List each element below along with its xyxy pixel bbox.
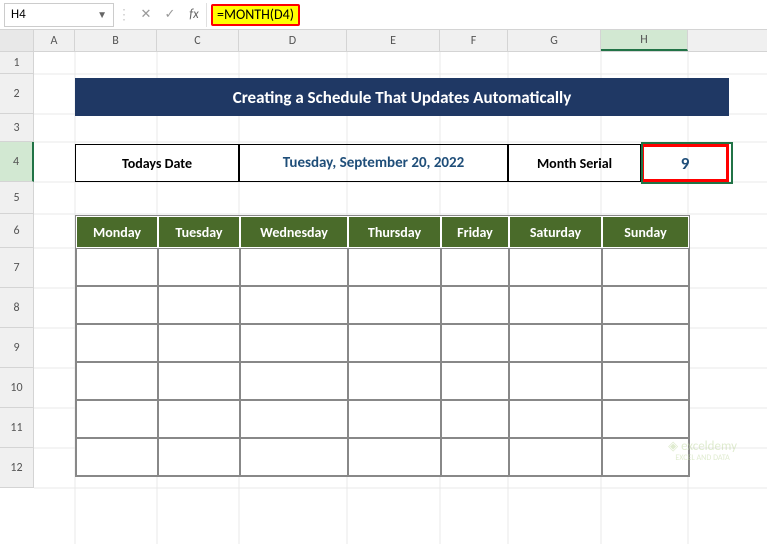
day-header-friday: Friday — [441, 216, 509, 248]
row-header-3[interactable]: 3 — [0, 114, 34, 142]
calendar-cell[interactable] — [348, 400, 441, 438]
calendar-cell[interactable] — [348, 438, 441, 476]
calendar-cell[interactable] — [240, 362, 348, 400]
row-header-4[interactable]: 4 — [0, 142, 34, 182]
calendar-cell[interactable] — [441, 400, 509, 438]
calendar-cell[interactable] — [509, 286, 602, 324]
month-serial-label: Month Serial — [508, 144, 641, 182]
day-header-sunday: Sunday — [602, 216, 689, 248]
info-row: Todays Date Tuesday, September 20, 2022 … — [75, 144, 641, 182]
calendar-cell[interactable] — [509, 400, 602, 438]
calendar-row — [76, 324, 689, 362]
calendar-cell[interactable] — [441, 286, 509, 324]
calendar-cell[interactable] — [348, 248, 441, 286]
row-header-6[interactable]: 6 — [0, 214, 34, 248]
calendar-cell[interactable] — [158, 324, 240, 362]
col-header-f[interactable]: F — [440, 30, 508, 51]
day-header-tuesday: Tuesday — [158, 216, 240, 248]
day-header-saturday: Saturday — [509, 216, 602, 248]
fx-icon[interactable]: fx — [182, 3, 206, 27]
formula-text: =MONTH(D4) — [211, 4, 300, 26]
calendar-cell[interactable] — [158, 362, 240, 400]
row-header-8[interactable]: 8 — [0, 288, 34, 328]
calendar-cell[interactable] — [158, 438, 240, 476]
calendar-cell[interactable] — [76, 324, 158, 362]
calendar-cell[interactable] — [348, 362, 441, 400]
calendar-cell[interactable] — [509, 438, 602, 476]
col-header-a[interactable]: A — [34, 30, 75, 51]
month-serial-result: 9 — [641, 144, 729, 182]
calendar-cell[interactable] — [76, 248, 158, 286]
sheet-title: Creating a Schedule That Updates Automat… — [75, 78, 729, 116]
calendar-cell[interactable] — [602, 286, 689, 324]
row-header-2[interactable]: 2 — [0, 74, 34, 114]
todays-date-label: Todays Date — [75, 144, 239, 182]
select-all-corner[interactable] — [0, 30, 34, 51]
calendar-cell[interactable] — [76, 400, 158, 438]
calendar-table: MondayTuesdayWednesdayThursdayFridaySatu… — [75, 215, 690, 477]
calendar-cell[interactable] — [509, 362, 602, 400]
calendar-cell[interactable] — [441, 248, 509, 286]
confirm-icon[interactable]: ✓ — [158, 3, 182, 27]
col-header-e[interactable]: E — [347, 30, 440, 51]
todays-date-value: Tuesday, September 20, 2022 — [239, 144, 508, 182]
name-box-value: H4 — [11, 7, 26, 22]
row-header-11[interactable]: 11 — [0, 408, 34, 448]
calendar-cell[interactable] — [441, 438, 509, 476]
calendar-header-row: MondayTuesdayWednesdayThursdayFridaySatu… — [76, 216, 689, 248]
calendar-cell[interactable] — [158, 400, 240, 438]
formula-bar: H4 ▼ ⋮ ✕ ✓ fx =MONTH(D4) — [0, 0, 767, 30]
name-box[interactable]: H4 ▼ — [4, 3, 114, 27]
calendar-cell[interactable] — [602, 248, 689, 286]
calendar-cell[interactable] — [158, 286, 240, 324]
calendar-cell[interactable] — [441, 362, 509, 400]
watermark: ◈ exceldemy EXCEL AND DATA — [668, 439, 737, 464]
calendar-cell[interactable] — [240, 248, 348, 286]
col-header-d[interactable]: D — [239, 30, 347, 51]
calendar-row — [76, 286, 689, 324]
calendar-cell[interactable] — [441, 324, 509, 362]
row-headers: 123456789101112 — [0, 52, 34, 488]
calendar-row — [76, 248, 689, 286]
calendar-cell[interactable] — [76, 362, 158, 400]
column-headers: ABCDEFGH — [0, 30, 767, 52]
col-header-h[interactable]: H — [601, 30, 688, 51]
calendar-cell[interactable] — [240, 438, 348, 476]
row-header-5[interactable]: 5 — [0, 182, 34, 214]
calendar-cell[interactable] — [348, 324, 441, 362]
row-header-10[interactable]: 10 — [0, 368, 34, 408]
calendar-cell[interactable] — [509, 324, 602, 362]
calendar-cell[interactable] — [509, 248, 602, 286]
calendar-cell[interactable] — [158, 248, 240, 286]
calendar-cell[interactable] — [602, 400, 689, 438]
separator: ⋮ — [114, 6, 134, 23]
calendar-cell[interactable] — [348, 286, 441, 324]
spreadsheet-grid: ABCDEFGH 123456789101112 Creating a Sche… — [0, 30, 767, 544]
calendar-cell[interactable] — [240, 286, 348, 324]
title-text: Creating a Schedule That Updates Automat… — [233, 87, 572, 108]
col-header-g[interactable]: G — [508, 30, 601, 51]
calendar-row — [76, 362, 689, 400]
calendar-cell[interactable] — [240, 324, 348, 362]
calendar-cell[interactable] — [602, 324, 689, 362]
row-header-7[interactable]: 7 — [0, 248, 34, 288]
row-header-1[interactable]: 1 — [0, 52, 34, 74]
cells-area[interactable]: Creating a Schedule That Updates Automat… — [34, 52, 767, 544]
day-header-monday: Monday — [76, 216, 158, 248]
col-header-b[interactable]: B — [75, 30, 157, 51]
calendar-row — [76, 438, 689, 476]
row-header-12[interactable]: 12 — [0, 448, 34, 488]
calendar-cell[interactable] — [240, 400, 348, 438]
day-header-wednesday: Wednesday — [240, 216, 348, 248]
col-header-c[interactable]: C — [157, 30, 239, 51]
cancel-icon[interactable]: ✕ — [134, 3, 158, 27]
calendar-cell[interactable] — [602, 362, 689, 400]
row-header-9[interactable]: 9 — [0, 328, 34, 368]
calendar-cell[interactable] — [76, 438, 158, 476]
calendar-row — [76, 400, 689, 438]
formula-input[interactable]: =MONTH(D4) — [206, 3, 763, 27]
day-header-thursday: Thursday — [348, 216, 441, 248]
calendar-cell[interactable] — [76, 286, 158, 324]
chevron-down-icon[interactable]: ▼ — [97, 8, 107, 21]
